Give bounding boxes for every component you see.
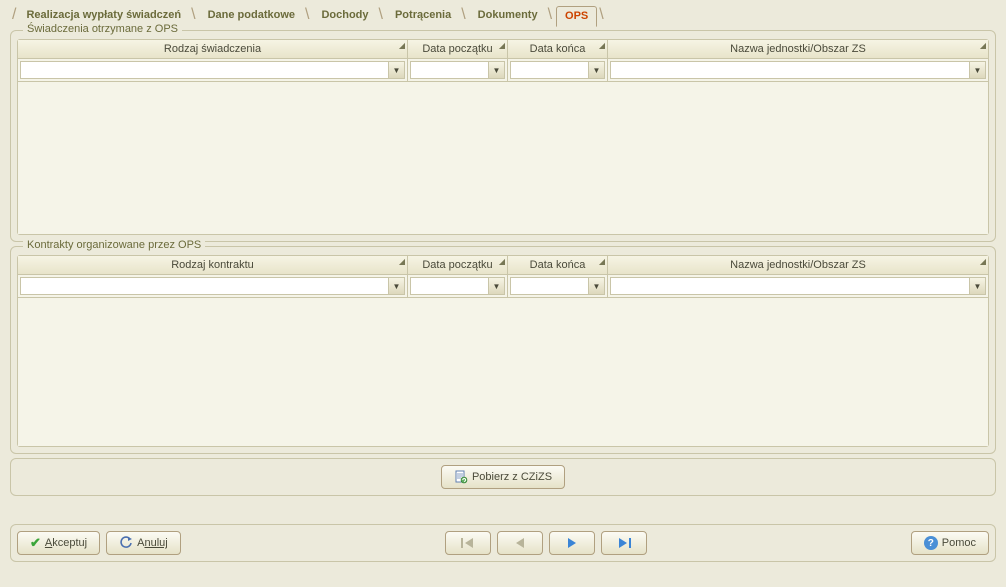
nav-last-button[interactable] [601,531,647,555]
sort-icon: ◢ [399,257,405,266]
button-label: Anuluj [137,537,168,549]
tab-ops[interactable]: OPS\ [556,4,606,26]
accept-button[interactable]: ✔ Akceptuj [17,531,100,555]
help-icon: ? [924,536,938,550]
dropdown-icon[interactable]: ▼ [588,62,604,78]
sort-icon: ◢ [399,41,405,50]
grid-body-empty [18,82,988,234]
group-legend: Kontrakty organizowane przez OPS [23,239,205,251]
col-nazwa-jednostki[interactable]: Nazwa jednostki/Obszar ZS◢ [608,256,988,274]
col-rodzaj-kontraktu[interactable]: Rodzaj kontraktu◢ [18,256,408,274]
col-data-poczatku[interactable]: Data początku◢ [408,40,508,58]
filter-rodzaj-kontraktu[interactable]: ▼ [20,277,405,295]
filter-data-poczatku[interactable]: ▼ [410,61,505,79]
grid-kontrakty: Rodzaj kontraktu◢ Data początku◢ Data ko… [17,255,989,447]
group-kontrakty-ops: Kontrakty organizowane przez OPS Rodzaj … [10,246,996,454]
grid-filter-row: ▼ ▼ ▼ ▼ [18,275,988,298]
undo-icon [119,535,133,552]
tab-label: Dokumenty [470,6,546,24]
dropdown-icon[interactable]: ▼ [488,62,504,78]
nav-prev-button[interactable] [497,531,543,555]
tab-label: Realizacja wypłaty świadczeń [18,6,189,24]
grid-body-empty [18,298,988,446]
help-button[interactable]: ? Pomoc [911,531,989,555]
dropdown-icon[interactable]: ▼ [969,62,985,78]
filter-data-konca[interactable]: ▼ [510,277,605,295]
dropdown-icon[interactable]: ▼ [588,278,604,294]
col-rodzaj-swiadczenia[interactable]: Rodzaj świadczenia◢ [18,40,408,58]
tab-label: Dochody [313,6,376,24]
button-label: Pomoc [942,537,976,549]
document-refresh-icon [454,470,468,484]
nav-first-button[interactable] [445,531,491,555]
tab-dochody[interactable]: Dochody\ [313,4,385,26]
sort-icon: ◢ [980,41,986,50]
cancel-button[interactable]: Anuluj [106,531,181,555]
sort-icon: ◢ [599,41,605,50]
filter-nazwa-jednostki[interactable]: ▼ [610,277,986,295]
nav-next-button[interactable] [549,531,595,555]
col-data-poczatku[interactable]: Data początku◢ [408,256,508,274]
tab-dokumenty[interactable]: Dokumenty\ [470,4,554,26]
sort-icon: ◢ [980,257,986,266]
tab-dane-podatkowe[interactable]: Dane podatkowe\ [200,4,312,26]
dropdown-icon[interactable]: ▼ [388,62,404,78]
filter-data-poczatku[interactable]: ▼ [410,277,505,295]
col-nazwa-jednostki[interactable]: Nazwa jednostki/Obszar ZS◢ [608,40,988,58]
group-swiadczenia-ops: Świadczenia otrzymane z OPS Rodzaj świad… [10,30,996,242]
filter-data-konca[interactable]: ▼ [510,61,605,79]
grid-header: Rodzaj świadczenia◢ Data początku◢ Data … [18,40,988,59]
footer-panel: ✔ Akceptuj Anuluj ? Pomoc [10,524,996,562]
tab-label: OPS [556,6,597,27]
col-data-konca[interactable]: Data końca◢ [508,40,608,58]
button-label: Akceptuj [45,537,87,549]
dropdown-icon[interactable]: ▼ [388,278,404,294]
col-data-konca[interactable]: Data końca◢ [508,256,608,274]
filter-nazwa-jednostki[interactable]: ▼ [610,61,986,79]
check-icon: ✔ [30,535,41,551]
button-label: Pobierz z CZiZS [472,471,552,483]
grid-filter-row: ▼ ▼ ▼ ▼ [18,59,988,82]
group-legend: Świadczenia otrzymane z OPS [23,23,182,35]
action-panel: Pobierz z CZiZS [10,458,996,496]
tab-potracenia[interactable]: Potrącenia\ [387,4,468,26]
sort-icon: ◢ [499,257,505,266]
grid-header: Rodzaj kontraktu◢ Data początku◢ Data ko… [18,256,988,275]
dropdown-icon[interactable]: ▼ [488,278,504,294]
dropdown-icon[interactable]: ▼ [969,278,985,294]
filter-rodzaj-swiadczenia[interactable]: ▼ [20,61,405,79]
fetch-czizs-button[interactable]: Pobierz z CZiZS [441,465,565,489]
tab-label: Potrącenia [387,6,459,24]
grid-swiadczenia: Rodzaj świadczenia◢ Data początku◢ Data … [17,39,989,235]
tab-label: Dane podatkowe [200,6,303,24]
sort-icon: ◢ [499,41,505,50]
sort-icon: ◢ [599,257,605,266]
